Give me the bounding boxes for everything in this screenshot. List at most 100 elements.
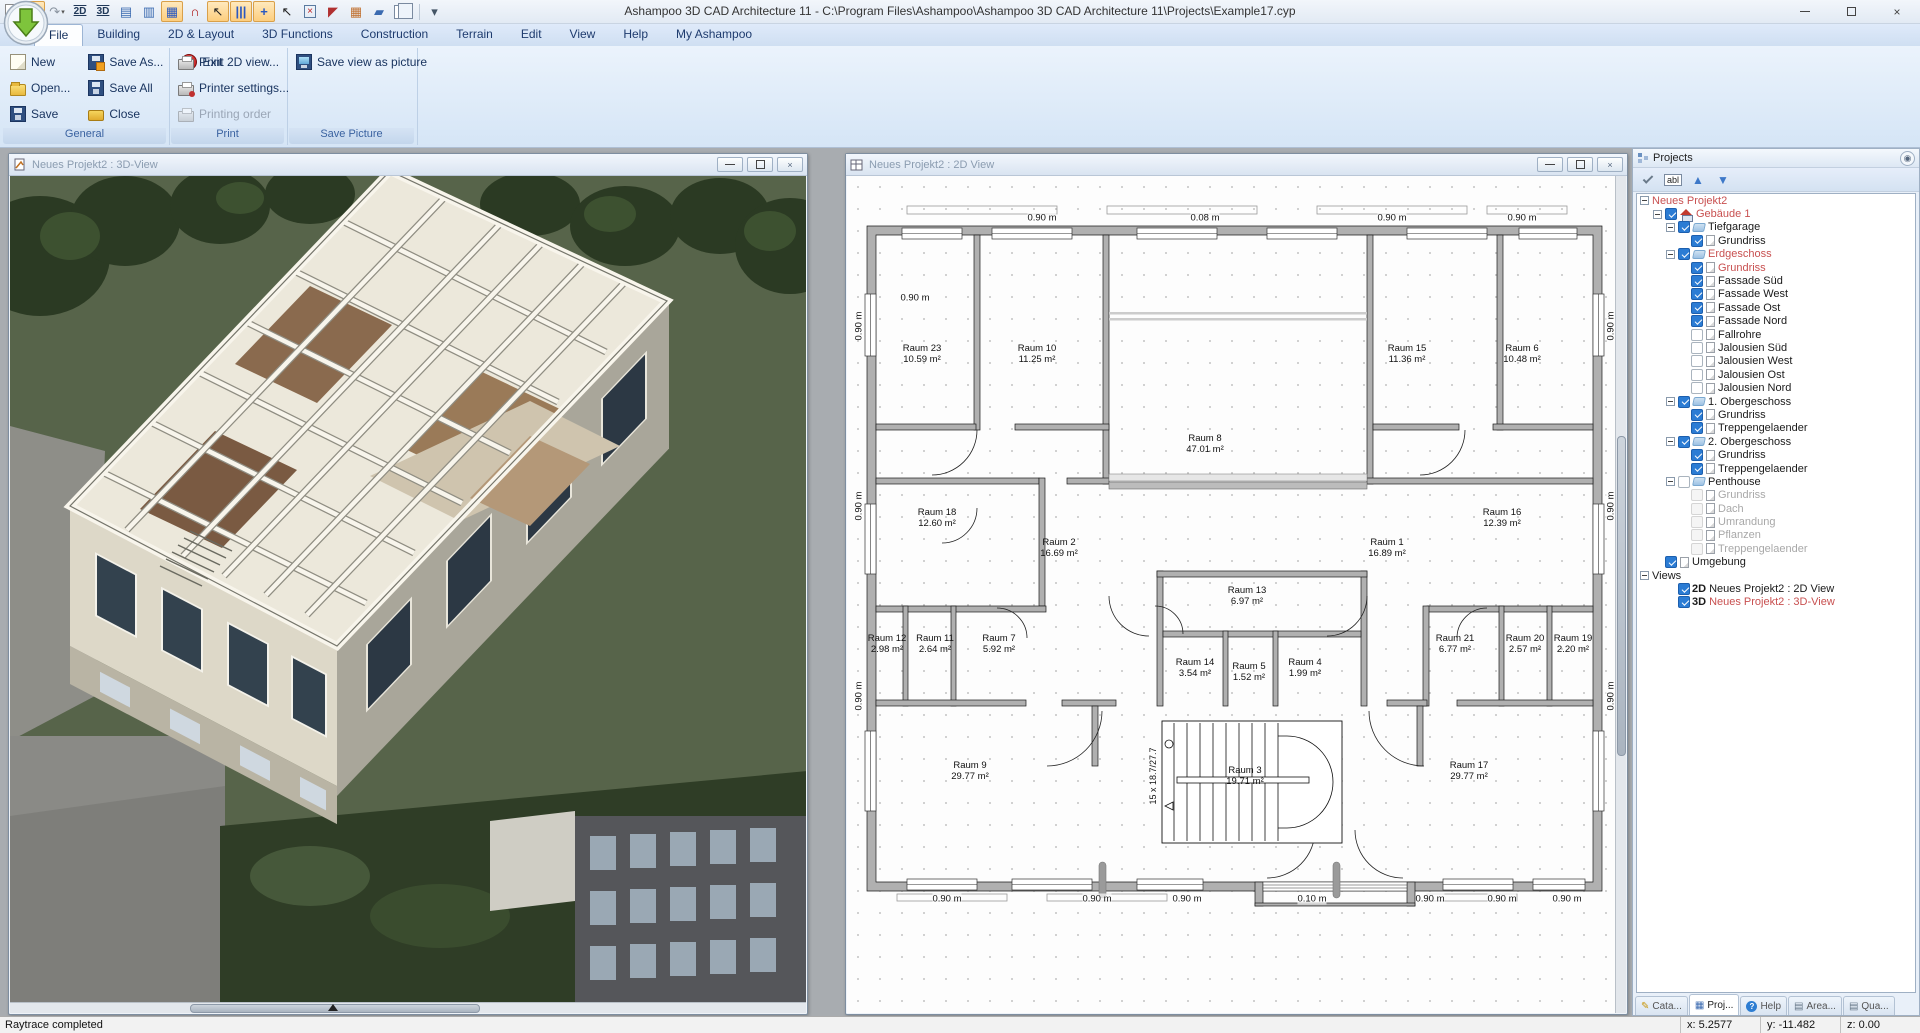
move-up-button[interactable]: ▲ — [1687, 170, 1709, 189]
expander-icon[interactable] — [1666, 223, 1675, 232]
tab-my-ashampoo[interactable]: My Ashampoo — [662, 24, 766, 46]
tree-item[interactable]: Jalousien Süd — [1637, 341, 1915, 354]
tree-item[interactable]: Views — [1637, 569, 1915, 582]
3d-restore-button[interactable] — [747, 157, 773, 172]
2d-viewport[interactable]: Raum 2310.59 m²Raum 1011.25 m²Raum 1511.… — [847, 176, 1626, 1013]
tree-checkbox[interactable] — [1691, 529, 1703, 541]
2d-window-title-bar[interactable]: Neues Projekt2 : 2D View × — [846, 154, 1627, 176]
menu-item-new[interactable]: New — [6, 52, 74, 72]
tree-item[interactable]: Fassade West — [1637, 288, 1915, 301]
tree-checkbox[interactable] — [1691, 302, 1703, 314]
tree-item[interactable]: Treppengelaender — [1637, 542, 1915, 555]
tree-checkbox[interactable] — [1665, 556, 1677, 568]
tree-checkbox[interactable] — [1678, 221, 1690, 233]
tree-item[interactable]: Dach — [1637, 502, 1915, 515]
tree-item[interactable]: Neues Projekt2 — [1637, 194, 1915, 207]
copy-pages-button[interactable]: ▾ — [391, 1, 415, 22]
menu-item-print-2d-view-[interactable]: Print 2D view... — [174, 52, 293, 72]
tree-item[interactable]: Fassade Ost — [1637, 301, 1915, 314]
panel-tab-area[interactable]: ▤Area... — [1788, 996, 1842, 1015]
menu-item-save-as-[interactable]: Save As... — [84, 52, 167, 72]
menu-item-save[interactable]: Save — [6, 104, 74, 124]
3d-horizontal-scrollbar[interactable] — [10, 1002, 806, 1013]
expander-icon[interactable] — [1653, 210, 1662, 219]
tree-item[interactable]: Fassade Süd — [1637, 274, 1915, 287]
tree-item[interactable]: Fallrohre — [1637, 328, 1915, 341]
move-down-button[interactable]: ▼ — [1712, 170, 1734, 189]
tree-checkbox[interactable] — [1691, 235, 1703, 247]
3d-minimize-button[interactable] — [717, 157, 743, 172]
tree-item[interactable]: Fassade Nord — [1637, 315, 1915, 328]
expander-icon[interactable] — [1640, 571, 1649, 580]
close-button[interactable]: × — [1874, 0, 1920, 23]
tree-checkbox[interactable] — [1691, 382, 1703, 394]
tab-edit[interactable]: Edit — [507, 24, 556, 46]
tree-checkbox[interactable] — [1678, 248, 1690, 260]
menu-item-open-[interactable]: Open... — [6, 78, 74, 98]
tree-item[interactable]: Jalousien West — [1637, 355, 1915, 368]
expander-icon[interactable] — [1666, 477, 1675, 486]
tree-checkbox[interactable] — [1691, 369, 1703, 381]
rename-button[interactable]: abl — [1662, 170, 1684, 189]
tree-checkbox[interactable] — [1691, 449, 1703, 461]
menu-item-printer-settings-[interactable]: Printer settings... — [174, 78, 293, 98]
tree-item[interactable]: Jalousien Nord — [1637, 381, 1915, 394]
menu-item-save-all[interactable]: Save All — [84, 78, 167, 98]
tab-construction[interactable]: Construction — [347, 24, 442, 46]
tree-item[interactable]: Grundriss — [1637, 448, 1915, 461]
expander-icon[interactable] — [1666, 250, 1675, 259]
tree-item[interactable]: Umgebung — [1637, 556, 1915, 569]
panel-tab-help[interactable]: ?Help — [1740, 996, 1787, 1015]
2d-minimize-button[interactable] — [1537, 157, 1563, 172]
tree-checkbox[interactable] — [1691, 516, 1703, 528]
tree-checkbox[interactable] — [1691, 288, 1703, 300]
3d-window-title-bar[interactable]: Neues Projekt2 : 3D-View × — [9, 154, 807, 176]
tree-checkbox[interactable] — [1691, 262, 1703, 274]
tree-checkbox[interactable] — [1678, 476, 1690, 488]
minimize-button[interactable] — [1782, 0, 1828, 23]
tree-checkbox[interactable] — [1691, 342, 1703, 354]
tab-view[interactable]: View — [556, 24, 610, 46]
tab-3d-functions[interactable]: 3D Functions — [248, 24, 347, 46]
tree-item[interactable]: Jalousien Ost — [1637, 368, 1915, 381]
tree-item[interactable]: Tiefgarage — [1637, 221, 1915, 234]
tree-item[interactable]: Treppengelaender — [1637, 422, 1915, 435]
tab-help[interactable]: Help — [609, 24, 662, 46]
panel-tab-project[interactable]: ▦Proj... — [1689, 994, 1740, 1015]
tree-item[interactable]: Penthouse — [1637, 475, 1915, 488]
panel-pin-button[interactable]: ◉ — [1900, 151, 1915, 166]
tree-checkbox[interactable] — [1691, 422, 1703, 434]
app-logo-icon[interactable] — [3, 0, 49, 46]
tab-building[interactable]: Building — [83, 24, 154, 46]
expander-icon[interactable] — [1666, 397, 1675, 406]
tree-checkbox[interactable] — [1691, 489, 1703, 501]
apply-button[interactable] — [1637, 170, 1659, 189]
tree-checkbox[interactable] — [1678, 583, 1690, 595]
2d-restore-button[interactable] — [1567, 157, 1593, 172]
tree-item[interactable]: 1. Obergeschoss — [1637, 395, 1915, 408]
tree-checkbox[interactable] — [1691, 543, 1703, 555]
tree-item[interactable]: 2. Obergeschoss — [1637, 435, 1915, 448]
tree-item[interactable]: Gebäude 1 — [1637, 207, 1915, 220]
tree-item[interactable]: Grundriss — [1637, 408, 1915, 421]
3d-close-button[interactable]: × — [777, 157, 803, 172]
tree-item[interactable]: Grundriss — [1637, 261, 1915, 274]
scrollbar-thumb[interactable] — [1617, 436, 1626, 756]
2d-vertical-scrollbar[interactable] — [1615, 176, 1626, 1013]
tree-checkbox[interactable] — [1691, 329, 1703, 341]
tree-item[interactable]: 3DNeues Projekt2 : 3D-View — [1637, 596, 1915, 609]
tree-item[interactable]: Treppengelaender — [1637, 462, 1915, 475]
tree-checkbox[interactable] — [1678, 396, 1690, 408]
tab-2d-layout[interactable]: 2D & Layout — [154, 24, 248, 46]
tree-item[interactable]: Erdgeschoss — [1637, 248, 1915, 261]
panel-tab-catalog[interactable]: ✎Cata... — [1635, 996, 1688, 1015]
3d-viewport[interactable] — [10, 176, 806, 1013]
tree-item[interactable]: Grundriss — [1637, 234, 1915, 247]
tree-checkbox[interactable] — [1691, 275, 1703, 287]
tree-checkbox[interactable] — [1691, 503, 1703, 515]
tree-checkbox[interactable] — [1691, 463, 1703, 475]
tree-checkbox[interactable] — [1691, 409, 1703, 421]
tree-item[interactable]: 2DNeues Projekt2 : 2D View — [1637, 582, 1915, 595]
tree-item[interactable]: Pflanzen — [1637, 529, 1915, 542]
tree-checkbox[interactable] — [1665, 208, 1677, 220]
